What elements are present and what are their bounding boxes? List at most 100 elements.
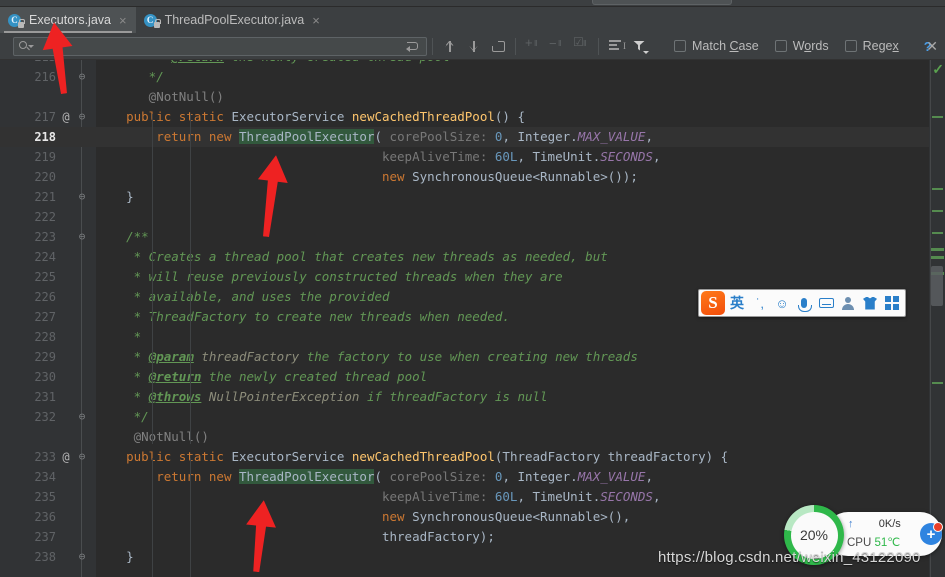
find-previous-button[interactable] — [438, 35, 462, 57]
code-token: corePoolSize: — [382, 469, 495, 484]
code-token: } — [96, 549, 134, 564]
remove-occurrence-button[interactable] — [545, 35, 569, 57]
fold-toggle-icon[interactable]: ⊖ — [74, 107, 90, 127]
toolbox-icon[interactable] — [881, 290, 903, 316]
select-all-occurrences-button[interactable] — [486, 35, 510, 57]
code-line[interactable]: 235 keepAliveTime: 60L, TimeUnit.SECONDS… — [0, 487, 945, 507]
line-number: 234 — [34, 470, 56, 484]
code-marker-stripe[interactable] — [932, 232, 943, 234]
code-token: return new — [156, 129, 240, 144]
code-marker-stripe[interactable] — [931, 248, 944, 251]
inspection-ok-checkmark[interactable]: ✓ — [932, 62, 944, 76]
editor-tab-threadpoolexecutor[interactable]: C ThreadPoolExecutor.java × — [136, 7, 329, 33]
marker-rail — [930, 60, 931, 577]
clipped-toolbar-strip — [0, 0, 945, 7]
code-line[interactable]: 216 ⊖ */ — [0, 67, 945, 87]
code-line[interactable]: 221 ⊖ } — [0, 187, 945, 207]
find-next-button[interactable] — [462, 35, 486, 57]
code-line[interactable]: 215 * @return the newly created thread p… — [0, 60, 945, 67]
code-token: /** — [96, 229, 149, 244]
code-line[interactable]: 224 * Creates a thread pool that creates… — [0, 247, 945, 267]
in-selection-button[interactable]: I — [604, 35, 628, 57]
user-account-icon[interactable] — [837, 290, 859, 316]
fold-toggle-icon[interactable]: ⊖ — [74, 407, 90, 427]
search-input[interactable] — [33, 39, 403, 53]
search-icon[interactable] — [19, 40, 34, 53]
code-token: public static — [126, 449, 232, 464]
code-line[interactable]: 223 ⊖ /** — [0, 227, 945, 247]
line-number: 228 — [34, 330, 56, 344]
emoji-icon[interactable]: ☺ — [771, 290, 793, 316]
code-editor[interactable]: 215 * @return the newly created thread p… — [0, 60, 945, 577]
code-token: SECONDS — [600, 149, 653, 164]
code-line[interactable]: 232 ⊖ */ — [0, 407, 945, 427]
select-all-button[interactable] — [569, 35, 593, 57]
code-token: newCachedThreadPool — [351, 109, 495, 124]
minus-occurrence-icon — [549, 36, 565, 53]
code-token: * — [96, 389, 149, 404]
line-number: 232 — [34, 410, 56, 424]
voice-input-icon[interactable] — [793, 290, 815, 316]
code-marker-stripe[interactable] — [932, 210, 943, 212]
monitor-add-button[interactable]: + — [920, 522, 943, 545]
code-line[interactable]: @NotNull() — [0, 427, 945, 447]
code-line[interactable]: 234 return new ThreadPoolExecutor( coreP… — [0, 467, 945, 487]
words-checkbox[interactable]: Words — [774, 39, 829, 53]
code-token: NullPointerException — [201, 389, 360, 404]
java-class-icon: C — [143, 13, 161, 28]
line-number: 219 — [34, 150, 56, 164]
close-icon[interactable]: × — [117, 14, 127, 27]
code-token: , Integer. — [502, 129, 578, 144]
code-token: */ — [96, 409, 149, 424]
clipped-toolbar-widget[interactable] — [592, 0, 732, 5]
search-match-highlight: ThreadPoolExecutor — [239, 129, 375, 144]
line-number: 224 — [34, 250, 56, 264]
code-line[interactable]: 220 new SynchronousQueue<Runnable>()); — [0, 167, 945, 187]
fold-toggle-icon[interactable]: ⊖ — [74, 227, 90, 247]
code-line[interactable]: 217 @ ⊖ public static ExecutorService newC… — [0, 107, 945, 127]
code-line[interactable]: 225 * will reuse previously constructed … — [0, 267, 945, 287]
regex-checkbox[interactable]: Regex — [844, 39, 899, 53]
vertical-scrollbar-thumb[interactable] — [931, 266, 943, 306]
code-line[interactable]: @NotNull() — [0, 87, 945, 107]
filter-button[interactable] — [628, 35, 652, 57]
skin-icon[interactable] — [859, 290, 881, 316]
code-token: @return — [148, 369, 202, 384]
checkbox-box[interactable] — [674, 40, 686, 52]
checkbox-box[interactable] — [844, 40, 857, 52]
language-mode-label[interactable]: 英 — [725, 290, 749, 316]
marker-gutter[interactable]: ✓ — [929, 60, 945, 577]
code-line[interactable]: 230 * @return the newly created thread p… — [0, 367, 945, 387]
close-icon[interactable]: × — [310, 14, 320, 27]
code-line[interactable]: 218 return new ThreadPoolExecutor( coreP… — [0, 127, 945, 147]
code-line[interactable]: 233 @ ⊖ public static ExecutorService newC… — [0, 447, 945, 467]
fold-toggle-icon[interactable]: ⊖ — [74, 547, 90, 567]
close-find-button[interactable]: ✕ — [926, 39, 938, 53]
override-marker-icon[interactable]: @ — [56, 447, 76, 467]
network-speed-value: 0K/s — [878, 518, 901, 530]
override-marker-icon[interactable]: @ — [56, 107, 76, 127]
multiline-toggle-icon[interactable] — [403, 39, 423, 54]
add-occurrence-button[interactable] — [521, 35, 545, 57]
code-line[interactable]: 228 * — [0, 327, 945, 347]
code-marker-stripe[interactable] — [931, 256, 944, 259]
punctuation-toggle-icon[interactable]: ˙, — [749, 290, 771, 316]
sogou-input-method-toolbar[interactable]: S 英 ˙, ☺ — [698, 289, 906, 317]
fold-toggle-icon[interactable]: ⊖ — [74, 187, 90, 207]
code-line[interactable]: 222 — [0, 207, 945, 227]
code-marker-stripe[interactable] — [932, 116, 943, 118]
code-token: , — [652, 489, 661, 504]
fold-toggle-icon[interactable]: ⊖ — [74, 447, 90, 467]
code-text: new SynchronousQueue<Runnable>()); — [96, 167, 638, 187]
checkbox-box[interactable] — [774, 40, 787, 52]
code-marker-stripe[interactable] — [932, 188, 943, 190]
code-line[interactable]: 231 * @throws NullPointerException if th… — [0, 387, 945, 407]
match-case-checkbox[interactable]: Match Case — [674, 39, 759, 53]
code-marker-stripe[interactable] — [932, 382, 943, 384]
code-token: public static — [126, 109, 232, 124]
code-line[interactable]: 219 keepAliveTime: 60L, TimeUnit.SECONDS… — [0, 147, 945, 167]
words-label: Words — [792, 39, 829, 53]
soft-keyboard-icon[interactable] — [815, 290, 837, 316]
code-line[interactable]: 229 * @param threadFactory the factory t… — [0, 347, 945, 367]
sogou-logo-icon[interactable]: S — [701, 291, 725, 315]
